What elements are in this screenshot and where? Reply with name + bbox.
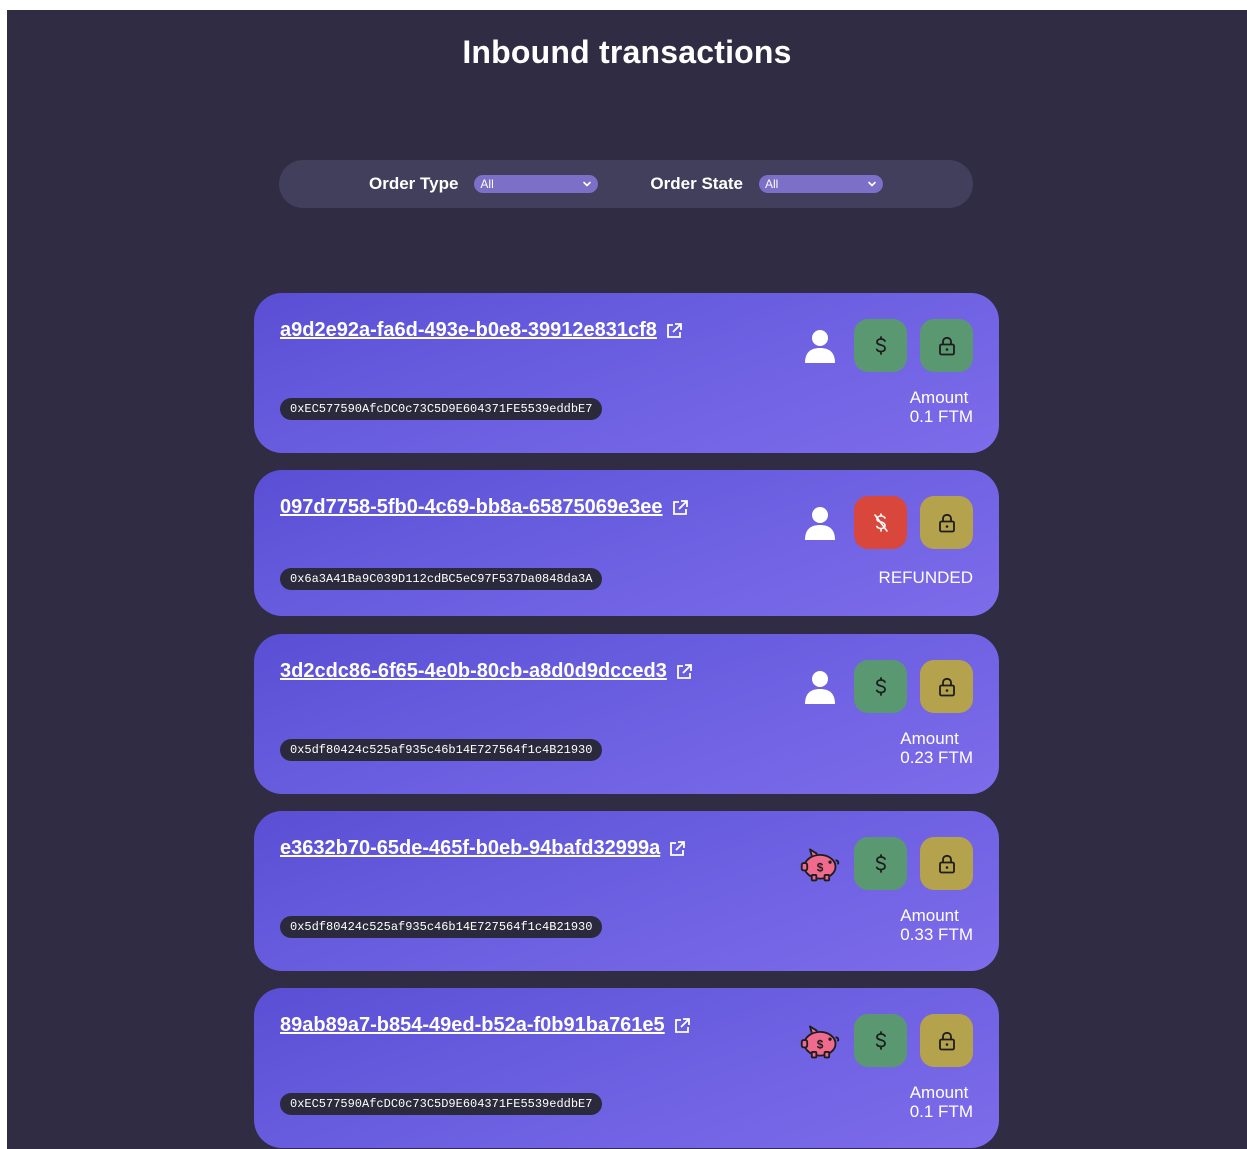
piggy-bank-icon: $ (799, 843, 841, 885)
dollar-icon (875, 853, 886, 873)
lock-icon (938, 1031, 955, 1050)
dollar-icon (875, 676, 886, 696)
amount-label: Amount (909, 388, 969, 407)
external-link-icon (672, 499, 688, 515)
transaction-id: 097d7758-5fb0-4c69-bb8a-65875069e3ee (280, 496, 663, 518)
order-type-selected-value: All (480, 177, 494, 191)
external-link-icon (667, 322, 682, 338)
payment-status-button[interactable] (854, 319, 907, 372)
dollar-icon (875, 335, 886, 355)
wallet-address: 0xEC577590AfcDC0c73C5D9E604371FE5539eddb… (280, 398, 603, 420)
order-state-select[interactable]: All (759, 175, 884, 193)
filter-bar: Order Type All Order State All (279, 160, 973, 208)
transaction-card: a9d2e92a-fa6d-493e-b0e8-39912e831cf8 0xE… (254, 293, 999, 453)
lock-icon (938, 336, 955, 355)
lock-status-button[interactable] (920, 837, 973, 890)
payment-status-button[interactable] (854, 660, 907, 713)
order-state-filter: Order State All (650, 174, 884, 194)
external-link-icon (676, 663, 692, 679)
amount-label: Amount (909, 1083, 969, 1102)
status-icons: $ (799, 1014, 973, 1067)
lock-icon (938, 854, 955, 873)
transaction-id: 3d2cdc86-6f65-4e0b-80cb-a8d0d9dcced3 (280, 660, 667, 682)
amount-block: Amount 0.1 FTM (910, 1083, 973, 1121)
order-state-text: REFUNDED (878, 568, 973, 587)
amount-value: 0.33 FTM (900, 925, 973, 944)
transaction-card: 097d7758-5fb0-4c69-bb8a-65875069e3ee 0x6… (254, 470, 999, 616)
transaction-id-link[interactable]: e3632b70-65de-465f-b0eb-94bafd32999a (280, 837, 686, 860)
chevron-down-icon (583, 181, 592, 187)
lock-status-button[interactable] (920, 660, 973, 713)
transaction-id: 89ab89a7-b854-49ed-b52a-f0b91ba761e5 (280, 1014, 665, 1036)
amount-block: Amount 0.23 FTM (900, 729, 973, 767)
user-icon (799, 502, 841, 544)
status-icons (799, 319, 973, 372)
transaction-id-link[interactable]: 3d2cdc86-6f65-4e0b-80cb-a8d0d9dcced3 (280, 660, 693, 683)
order-state-selected-value: All (765, 177, 779, 191)
amount-label: Amount (900, 906, 959, 925)
wallet-address: 0xEC577590AfcDC0c73C5D9E604371FE5539eddb… (280, 1093, 603, 1115)
wallet-address: 0x6a3A41Ba9C039D112cdBC5eC97F537Da0848da… (280, 568, 603, 590)
amount-block: Amount 0.1 FTM (910, 388, 973, 426)
piggy-bank-icon: $ (799, 1020, 841, 1062)
wallet-address: 0x5df80424c525af935c46b14E727564f1c4B219… (280, 916, 603, 938)
amount-value: 0.1 FTM (909, 407, 973, 426)
lock-status-button[interactable] (920, 1014, 973, 1067)
wallet-address: 0x5df80424c525af935c46b14E727564f1c4B219… (280, 739, 603, 761)
transaction-card: 3d2cdc86-6f65-4e0b-80cb-a8d0d9dcced3 0x5… (254, 634, 999, 794)
payment-status-button[interactable] (854, 1014, 907, 1067)
external-link-icon (674, 1017, 690, 1033)
transaction-id-link[interactable]: 097d7758-5fb0-4c69-bb8a-65875069e3ee (280, 496, 689, 519)
lock-icon (938, 677, 955, 696)
order-state-label: Order State (650, 174, 744, 193)
status-icons (799, 660, 973, 713)
svg-text:$: $ (817, 860, 824, 874)
transaction-id-link[interactable]: 89ab89a7-b854-49ed-b52a-f0b91ba761e5 (280, 1014, 691, 1037)
chevron-down-icon (868, 181, 876, 187)
status-icons (799, 496, 973, 549)
user-icon (799, 666, 841, 708)
lock-icon (938, 513, 955, 532)
transaction-id: e3632b70-65de-465f-b0eb-94bafd32999a (280, 837, 661, 859)
svg-text:$: $ (817, 1037, 824, 1051)
order-type-select[interactable]: All (474, 175, 599, 193)
dollar-off-icon (873, 512, 888, 532)
transaction-card: e3632b70-65de-465f-b0eb-94bafd32999a 0x5… (254, 811, 999, 971)
user-icon (799, 325, 841, 367)
transaction-id-link[interactable]: a9d2e92a-fa6d-493e-b0e8-39912e831cf8 (280, 319, 683, 342)
status-icons: $ (799, 837, 973, 890)
order-type-label: Order Type (368, 174, 459, 193)
amount-label: Amount (900, 729, 959, 748)
transaction-id: a9d2e92a-fa6d-493e-b0e8-39912e831cf8 (280, 319, 657, 341)
lock-status-button[interactable] (920, 496, 973, 549)
amount-block: Amount 0.33 FTM (900, 906, 973, 944)
external-link-icon (670, 840, 686, 856)
payment-status-button[interactable] (854, 496, 907, 549)
payment-status-button[interactable] (854, 837, 907, 890)
app-root: Inbound transactions Order Type All Orde… (7, 10, 1247, 1149)
dollar-icon (875, 1030, 886, 1050)
order-type-filter: Order Type All (368, 174, 599, 194)
lock-status-button[interactable] (920, 319, 973, 372)
amount-value: 0.1 FTM (909, 1102, 973, 1121)
page-title: Inbound transactions (462, 34, 792, 70)
transaction-card: 89ab89a7-b854-49ed-b52a-f0b91ba761e5 0xE… (254, 988, 999, 1148)
amount-value: 0.23 FTM (900, 748, 973, 767)
